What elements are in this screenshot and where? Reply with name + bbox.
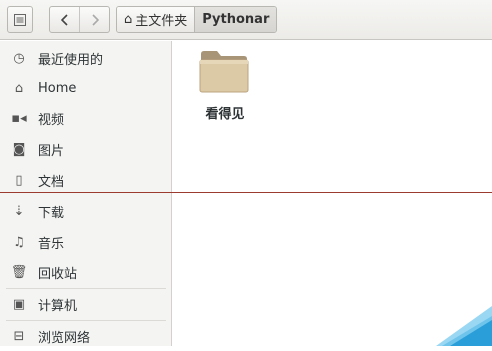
chevron-right-icon bbox=[91, 13, 99, 26]
sidebar-item-label: Home bbox=[38, 80, 77, 96]
sidebar-item-label: 回收站 bbox=[38, 266, 78, 282]
computer-icon: ▣ bbox=[12, 296, 26, 312]
home-icon: ⌂ bbox=[124, 12, 133, 27]
sidebar: ◷ 最近使用的 ⌂ Home ▪◂ 视频 ◙ 图片 ▯ 文档 ⇣ 下载 ♫ 音乐… bbox=[0, 41, 172, 346]
sidebar-item-label: 视频 bbox=[38, 112, 65, 128]
sidebar-item-recent[interactable]: ◷ 最近使用的 bbox=[0, 43, 171, 73]
sidebar-item-label: 文档 bbox=[38, 174, 65, 190]
trash-icon: 🗑 bbox=[10, 264, 28, 280]
network-icon: ⊟ bbox=[13, 328, 25, 344]
breadcrumb-home[interactable]: ⌂ 主文件夹 bbox=[117, 7, 196, 32]
sidebar-item-label: 图片 bbox=[38, 143, 65, 159]
navigation-buttons bbox=[49, 6, 110, 33]
sidebar-item-label: 下载 bbox=[38, 205, 65, 221]
breadcrumb: ⌂ 主文件夹 Pythonar bbox=[116, 6, 278, 33]
document-icon: ▯ bbox=[15, 172, 23, 188]
breadcrumb-current-label: Pythonar bbox=[202, 12, 270, 27]
sidebar-item-pictures[interactable]: ◙ 图片 bbox=[0, 134, 171, 164]
forward-button[interactable] bbox=[79, 7, 109, 32]
toolbar: ⌂ 主文件夹 Pythonar bbox=[0, 0, 492, 40]
sidebar-item-music[interactable]: ♫ 音乐 bbox=[0, 227, 171, 257]
breadcrumb-current[interactable]: Pythonar bbox=[195, 7, 277, 32]
sidebar-item-network[interactable]: ⊟ 浏览网络 bbox=[0, 321, 171, 351]
corner-accent bbox=[436, 306, 492, 346]
sidebar-item-label: 浏览网络 bbox=[38, 330, 91, 346]
sidebar-toggle-icon bbox=[14, 13, 26, 26]
sidebar-item-label: 音乐 bbox=[38, 236, 65, 252]
file-name-label[interactable]: 看得见 bbox=[190, 103, 260, 122]
sidebar-toggle-button[interactable] bbox=[7, 6, 33, 33]
folder-icon[interactable] bbox=[199, 48, 249, 108]
sidebar-item-label: 计算机 bbox=[38, 298, 78, 314]
home-icon: ⌂ bbox=[14, 80, 24, 96]
download-icon: ⇣ bbox=[13, 203, 25, 219]
sidebar-item-home[interactable]: ⌂ Home bbox=[0, 73, 171, 103]
sidebar-item-downloads[interactable]: ⇣ 下载 bbox=[0, 196, 171, 226]
chevron-left-icon bbox=[60, 13, 68, 26]
sidebar-item-videos[interactable]: ▪◂ 视频 bbox=[0, 103, 171, 133]
back-button[interactable] bbox=[50, 7, 79, 32]
sidebar-item-trash[interactable]: 🗑 回收站 bbox=[0, 257, 171, 287]
sidebar-item-label: 最近使用的 bbox=[38, 52, 104, 68]
breadcrumb-home-label: 主文件夹 bbox=[135, 14, 188, 29]
clock-icon: ◷ bbox=[13, 50, 25, 66]
camera-icon: ◙ bbox=[12, 141, 26, 157]
video-icon: ▪◂ bbox=[11, 110, 27, 126]
sidebar-item-computer[interactable]: ▣ 计算机 bbox=[0, 289, 171, 319]
music-icon: ♫ bbox=[13, 234, 25, 250]
sidebar-item-documents[interactable]: ▯ 文档 bbox=[0, 165, 171, 195]
divider-line bbox=[0, 192, 492, 193]
